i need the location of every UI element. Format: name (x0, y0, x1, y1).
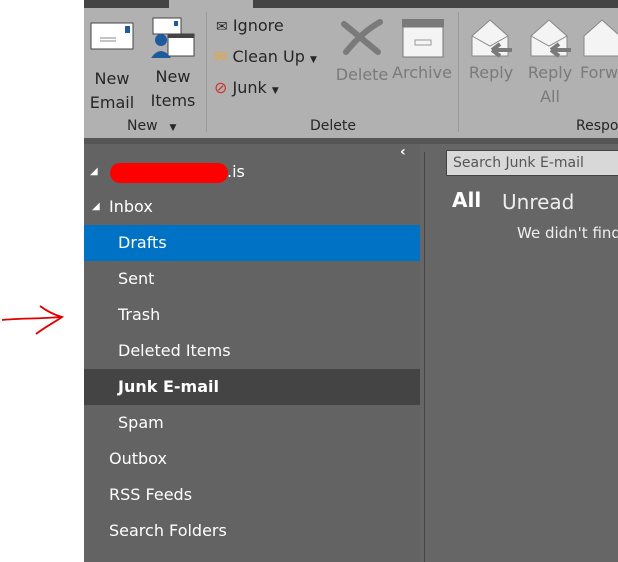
clean-up-icon: ✉ (214, 47, 228, 66)
archive-box-icon (402, 19, 444, 58)
group-label-new: New (127, 118, 158, 134)
junk-icon: ⊘ (214, 78, 228, 97)
new-email-button[interactable]: New Email (88, 20, 136, 115)
empty-message: We didn't find (517, 224, 618, 242)
forward-button[interactable]: Forw (580, 18, 618, 85)
filter-unread[interactable]: Unread (502, 190, 574, 214)
folder-label: Spam (118, 413, 164, 432)
ignore-icon: ✉ (216, 19, 228, 35)
folder-item[interactable]: RSS Feeds (84, 477, 420, 513)
folder-item[interactable]: Spam (84, 405, 420, 441)
folder-item[interactable]: Search Folders (84, 513, 420, 549)
tab-home[interactable] (169, 0, 253, 8)
reply-all-icon (530, 19, 571, 58)
forward-icon (583, 19, 618, 57)
delete-button[interactable]: Delete (334, 16, 390, 87)
folder-label: Drafts (118, 233, 167, 252)
envelope-icon (90, 22, 134, 50)
folder-item[interactable]: Deleted Items (84, 333, 420, 369)
red-arrow-annotation (1, 305, 65, 335)
dropdown-arrow-icon: ▼ (309, 55, 317, 65)
delete-x-icon (341, 19, 383, 55)
account-header[interactable]: ◢ .is (84, 154, 420, 190)
junk-button[interactable]: ⊘ Junk ▼ (214, 78, 279, 97)
folder-label: RSS Feeds (109, 485, 193, 504)
folder-item[interactable]: Sent (84, 261, 420, 297)
folder-label: Trash (118, 305, 161, 324)
group-label-respond: Respo (576, 118, 618, 134)
folder-label: Sent (118, 269, 155, 288)
folder-label: Search Folders (109, 521, 227, 540)
folder-item[interactable]: Junk E-mail (84, 369, 420, 405)
reply-icon (471, 19, 512, 58)
group-label-delete: Delete (310, 118, 356, 134)
ignore-button[interactable]: ✉ Ignore (216, 16, 284, 35)
folder-label: Outbox (109, 449, 167, 468)
archive-button[interactable]: Archive (390, 18, 454, 85)
search-input[interactable]: Search Junk E-mail (446, 150, 618, 176)
new-items-icon (151, 17, 195, 58)
reply-all-button[interactable]: Reply All (524, 18, 576, 109)
folder-item[interactable]: ◢ Inbox (84, 189, 420, 225)
tab-strip (84, 0, 618, 8)
redacted-scribble (110, 163, 228, 183)
clean-up-button[interactable]: ✉ Clean Up ▼ (214, 47, 317, 66)
dropdown-arrow-icon: ▼ (169, 123, 177, 133)
reply-button[interactable]: Reply (466, 18, 516, 85)
folder-item[interactable]: Trash (84, 297, 420, 333)
message-list-pane: All Unread We didn't find (420, 144, 618, 562)
folder-label: Deleted Items (118, 341, 231, 360)
folder-item[interactable]: Outbox (84, 441, 420, 477)
folder-label: Junk E-mail (118, 377, 219, 396)
dropdown-arrow-icon: ▼ (271, 86, 279, 96)
filter-all[interactable]: All (452, 188, 481, 212)
expand-triangle-icon: ◢ (90, 166, 98, 177)
ribbon: New Email New Items ▼ ✉ Ignore ✉ Clean U… (84, 0, 618, 140)
folder-pane: ‹ ◢ .is ◢ Inbox Drafts Sent Trash Deleted Ite… (84, 144, 420, 562)
expand-triangle-icon: ◢ (92, 201, 100, 212)
folder-item[interactable]: Drafts (84, 225, 420, 261)
folder-label: Inbox (109, 197, 153, 216)
